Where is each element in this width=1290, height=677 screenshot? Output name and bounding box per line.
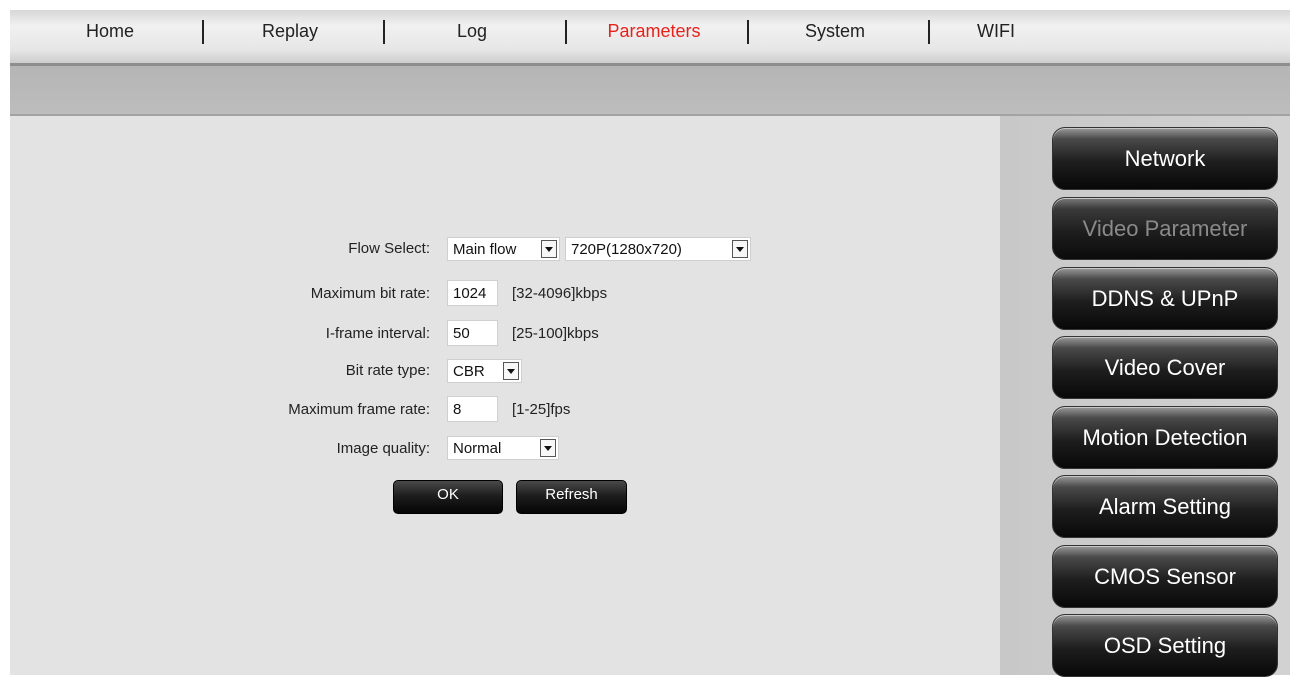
nav-home[interactable]: Home [30,10,190,63]
nav-separator [202,20,204,44]
app-window: Home Replay Log Parameters System WIFI F… [10,10,1290,677]
sidebar-item-motion-detection[interactable]: Motion Detection [1052,406,1278,469]
sidebar-item-video-parameter[interactable]: Video Parameter [1052,197,1278,260]
image-quality-label: Image quality: [336,440,430,457]
top-navigation: Home Replay Log Parameters System WIFI [10,10,1290,66]
max-frame-rate-input[interactable]: 8 [447,396,498,422]
nav-replay[interactable]: Replay [210,10,370,63]
bit-rate-type-label: Bit rate type: [345,362,430,379]
nav-system[interactable]: System [755,10,915,63]
chevron-down-icon[interactable] [541,240,557,258]
max-frame-rate-range: [1-25]fps [512,401,571,418]
sidebar-item-osd-setting[interactable]: OSD Setting [1052,614,1278,677]
chevron-down-icon[interactable] [503,362,519,380]
nav-separator [747,20,749,44]
resolution-dropdown[interactable]: 720P(1280x720) [565,237,751,261]
sidebar-item-video-cover[interactable]: Video Cover [1052,336,1278,399]
sidebar-item-cmos-sensor[interactable]: CMOS Sensor [1052,545,1278,608]
max-bit-rate-label: Maximum bit rate: [310,285,430,302]
iframe-interval-range: [25-100]kbps [512,325,599,342]
refresh-button[interactable]: Refresh [516,480,627,514]
chevron-down-icon[interactable] [540,439,556,457]
sidebar-item-ddns-upnp[interactable]: DDNS & UPnP [1052,267,1278,330]
sidebar-item-alarm-setting[interactable]: Alarm Setting [1052,475,1278,538]
max-bit-rate-range: [32-4096]kbps [512,285,608,302]
nav-parameters[interactable]: Parameters [574,10,734,63]
flow-select-label: Flow Select: [348,240,430,257]
nav-separator [928,20,930,44]
nav-separator [383,20,385,44]
max-bit-rate-input[interactable]: 1024 [447,280,498,306]
image-quality-dropdown[interactable]: Normal [447,436,559,460]
nav-wifi[interactable]: WIFI [936,10,1056,63]
image-quality-value: Normal [453,439,502,457]
iframe-interval-label: I-frame interval: [325,325,430,342]
resolution-value: 720P(1280x720) [571,240,682,258]
bit-rate-type-value: CBR [453,362,485,380]
nav-log[interactable]: Log [392,10,552,63]
video-parameter-panel: Flow Select: Main flow 720P(1280x720) Ma… [10,116,1000,675]
settings-sidebar: Network Video Parameter DDNS & UPnP Vide… [1000,116,1290,677]
max-frame-rate-label: Maximum frame rate: [288,401,430,418]
bit-rate-type-dropdown[interactable]: CBR [447,359,522,383]
sidebar-item-network[interactable]: Network [1052,127,1278,190]
nav-separator [565,20,567,44]
ok-button[interactable]: OK [393,480,503,514]
iframe-interval-input[interactable]: 50 [447,320,498,346]
chevron-down-icon[interactable] [732,240,748,258]
flow-select-value: Main flow [453,240,517,258]
flow-select-dropdown[interactable]: Main flow [447,237,560,261]
sub-header-bar [10,66,1290,116]
